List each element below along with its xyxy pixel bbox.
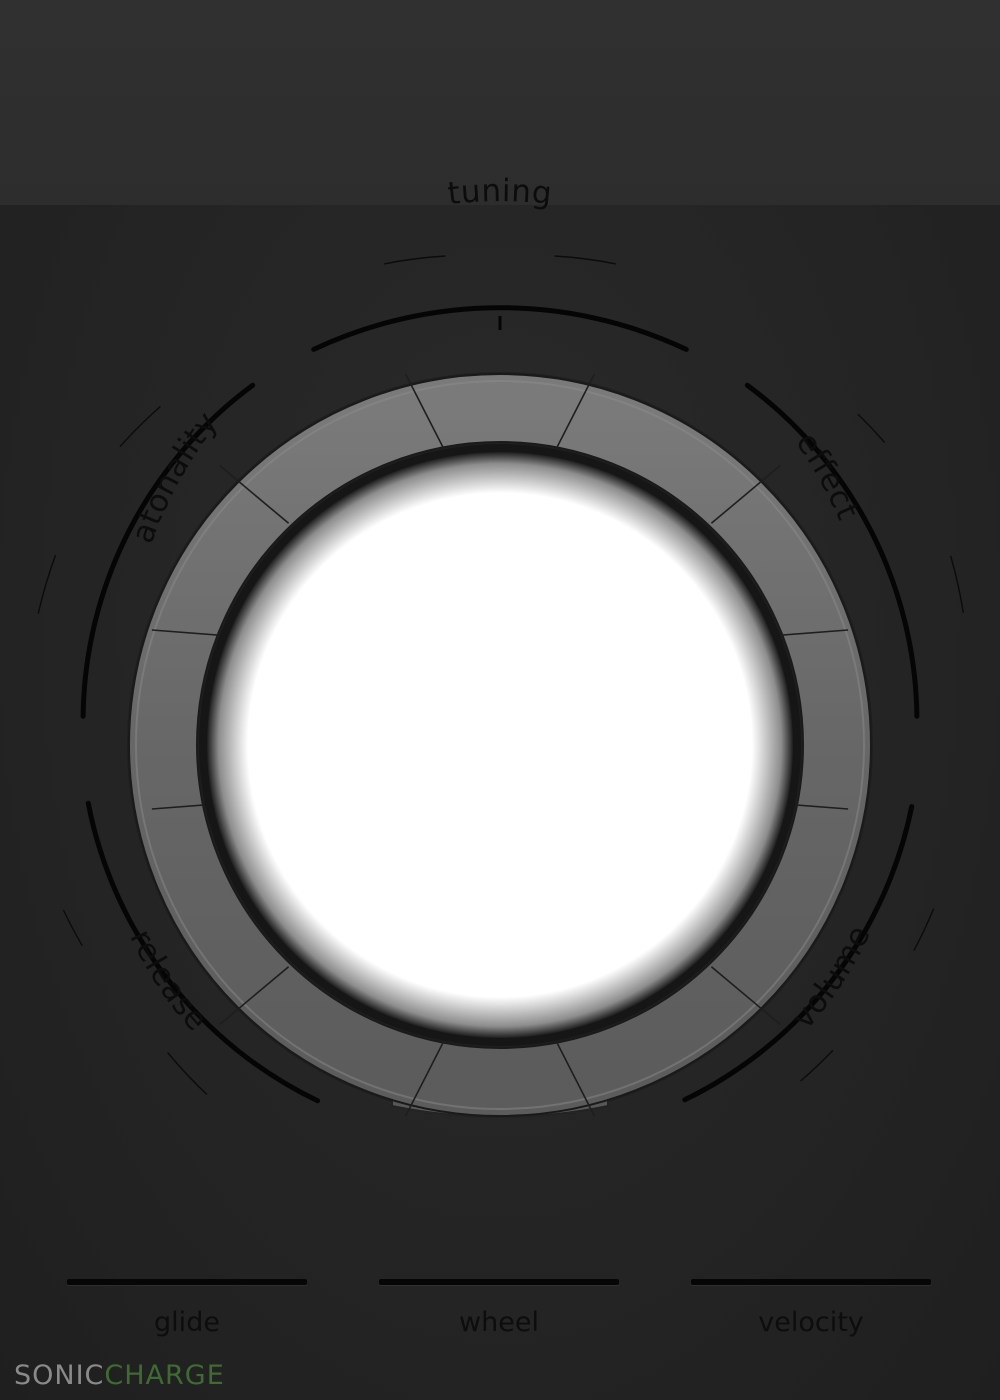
tuning-arc-right (554, 255, 616, 265)
brand-logo: SONICCHARGE (14, 1360, 225, 1391)
dial-area: tuning atonality effect release volume (37, 173, 964, 1118)
effect-arc-lower (950, 555, 964, 613)
wheel-label: wheel (459, 1307, 539, 1338)
tuning-arc-left (384, 255, 446, 265)
velocity-slider[interactable] (691, 1279, 931, 1285)
release-arc-lower (167, 1052, 208, 1096)
volume-arc-lower (800, 1049, 834, 1082)
display-screen[interactable] (207, 452, 793, 1038)
atonality-arc-lower (37, 554, 57, 614)
glide-label: glide (154, 1307, 220, 1338)
effect-label: effect (789, 426, 866, 525)
release-arc-upper (62, 909, 83, 946)
glide-slider[interactable] (67, 1279, 307, 1285)
effect-arc-upper (857, 413, 886, 443)
atonality-arc-upper (119, 405, 161, 448)
volume-arc-upper (913, 908, 935, 952)
tuning-label: tuning (446, 173, 554, 212)
brand-part2: CHARGE (104, 1360, 225, 1391)
wheel-slider[interactable] (379, 1279, 619, 1285)
brand-part1: SONIC (14, 1360, 105, 1391)
synth-plugin-window: tuning atonality effect release volume g… (0, 0, 1000, 1400)
velocity-label: velocity (758, 1307, 864, 1338)
